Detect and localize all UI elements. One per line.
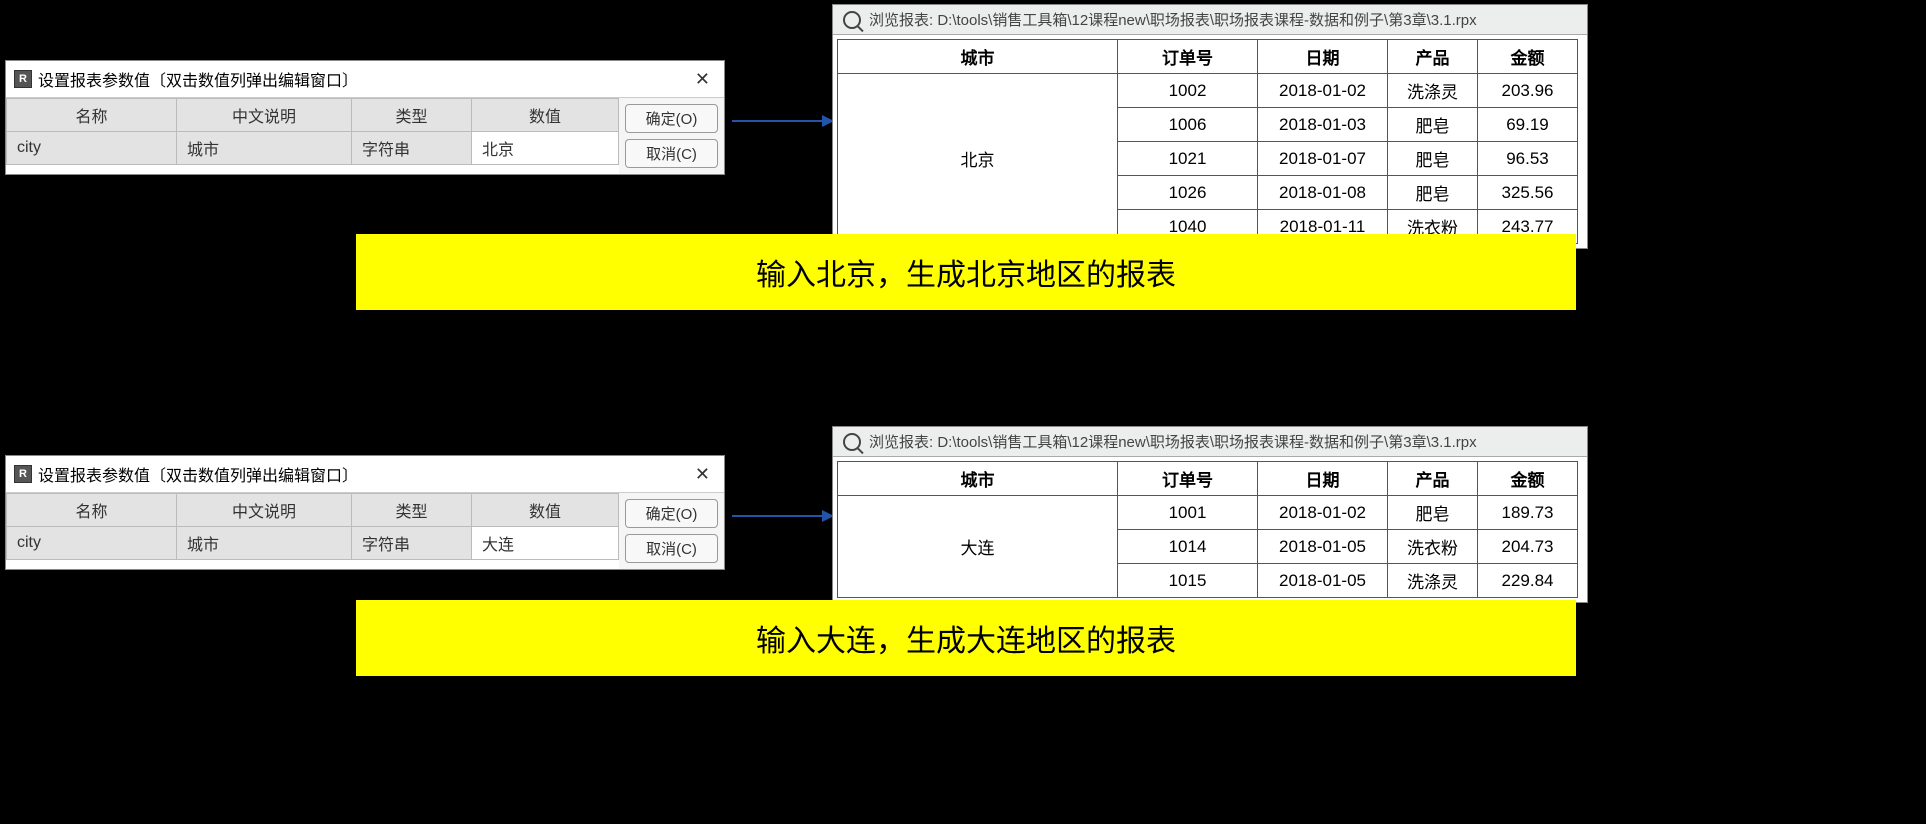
cell-order: 1015 bbox=[1118, 564, 1258, 598]
app-icon: R bbox=[14, 465, 32, 483]
th-date: 日期 bbox=[1258, 40, 1388, 74]
cell-order: 1026 bbox=[1118, 176, 1258, 210]
cell-product: 肥皂 bbox=[1388, 142, 1478, 176]
cell-product: 肥皂 bbox=[1388, 108, 1478, 142]
close-icon[interactable]: ✕ bbox=[689, 464, 716, 485]
param-value-input[interactable]: 大连 bbox=[472, 527, 619, 560]
param-row: city 城市 字符串 北京 bbox=[7, 132, 619, 165]
dialog-title: 设置报表参数值〔双击数值列弹出编辑窗口〕 bbox=[38, 67, 358, 91]
dialog-titlebar: R 设置报表参数值〔双击数值列弹出编辑窗口〕 ✕ bbox=[6, 456, 724, 493]
param-desc: 城市 bbox=[177, 132, 352, 165]
th-city: 城市 bbox=[838, 462, 1118, 496]
cell-amount: 325.56 bbox=[1478, 176, 1578, 210]
report-preview-beijing: 浏览报表: D:\tools\销售工具箱\12课程new\职场报表\职场报表课程… bbox=[832, 4, 1588, 249]
report-title-text: 浏览报表: D:\tools\销售工具箱\12课程new\职场报表\职场报表课程… bbox=[869, 9, 1477, 30]
col-value-header: 数值 bbox=[472, 99, 619, 132]
caption-dalian: 输入大连，生成大连地区的报表 bbox=[356, 600, 1576, 676]
arrow-icon bbox=[732, 515, 832, 517]
col-desc-header: 中文说明 bbox=[177, 494, 352, 527]
th-product: 产品 bbox=[1388, 462, 1478, 496]
cell-order: 1001 bbox=[1118, 496, 1258, 530]
param-name: city bbox=[7, 527, 177, 560]
cell-amount: 96.53 bbox=[1478, 142, 1578, 176]
col-desc-header: 中文说明 bbox=[177, 99, 352, 132]
param-type: 字符串 bbox=[352, 132, 472, 165]
param-desc: 城市 bbox=[177, 527, 352, 560]
report-table: 城市 订单号 日期 产品 金额 大连 1001 2018-01-02 肥皂 18… bbox=[837, 461, 1578, 598]
param-type: 字符串 bbox=[352, 527, 472, 560]
arrow-icon bbox=[732, 120, 832, 122]
caption-beijing: 输入北京，生成北京地区的报表 bbox=[356, 234, 1576, 310]
report-titlebar: 浏览报表: D:\tools\销售工具箱\12课程new\职场报表\职场报表课程… bbox=[833, 5, 1587, 35]
cell-order: 1021 bbox=[1118, 142, 1258, 176]
param-row: city 城市 字符串 大连 bbox=[7, 527, 619, 560]
cell-amount: 204.73 bbox=[1478, 530, 1578, 564]
col-name-header: 名称 bbox=[7, 99, 177, 132]
col-type-header: 类型 bbox=[352, 99, 472, 132]
cell-date: 2018-01-08 bbox=[1258, 176, 1388, 210]
cell-order: 1014 bbox=[1118, 530, 1258, 564]
cell-amount: 203.96 bbox=[1478, 74, 1578, 108]
report-preview-dalian: 浏览报表: D:\tools\销售工具箱\12课程new\职场报表\职场报表课程… bbox=[832, 426, 1588, 603]
preview-icon bbox=[843, 433, 861, 451]
cell-date: 2018-01-02 bbox=[1258, 496, 1388, 530]
param-value-input[interactable]: 北京 bbox=[472, 132, 619, 165]
dialog-titlebar: R 设置报表参数值〔双击数值列弹出编辑窗口〕 ✕ bbox=[6, 61, 724, 98]
table-row: 大连 1001 2018-01-02 肥皂 189.73 bbox=[838, 496, 1578, 530]
cell-date: 2018-01-05 bbox=[1258, 530, 1388, 564]
param-grid: 名称 中文说明 类型 数值 city 城市 字符串 北京 bbox=[6, 98, 619, 174]
th-city: 城市 bbox=[838, 40, 1118, 74]
cell-order: 1006 bbox=[1118, 108, 1258, 142]
th-date: 日期 bbox=[1258, 462, 1388, 496]
app-icon: R bbox=[14, 70, 32, 88]
cell-product: 洗涤灵 bbox=[1388, 564, 1478, 598]
cell-amount: 69.19 bbox=[1478, 108, 1578, 142]
param-name: city bbox=[7, 132, 177, 165]
cell-date: 2018-01-05 bbox=[1258, 564, 1388, 598]
cell-order: 1002 bbox=[1118, 74, 1258, 108]
cell-product: 洗涤灵 bbox=[1388, 74, 1478, 108]
cancel-button[interactable]: 取消(C) bbox=[625, 534, 718, 563]
th-amount: 金额 bbox=[1478, 40, 1578, 74]
th-product: 产品 bbox=[1388, 40, 1478, 74]
preview-icon bbox=[843, 11, 861, 29]
col-name-header: 名称 bbox=[7, 494, 177, 527]
report-titlebar: 浏览报表: D:\tools\销售工具箱\12课程new\职场报表\职场报表课程… bbox=[833, 427, 1587, 457]
dialog-title: 设置报表参数值〔双击数值列弹出编辑窗口〕 bbox=[38, 462, 358, 486]
col-value-header: 数值 bbox=[472, 494, 619, 527]
cell-product: 洗衣粉 bbox=[1388, 530, 1478, 564]
cell-amount: 189.73 bbox=[1478, 496, 1578, 530]
cell-product: 肥皂 bbox=[1388, 496, 1478, 530]
param-dialog-beijing: R 设置报表参数值〔双击数值列弹出编辑窗口〕 ✕ 名称 中文说明 类型 数值 c… bbox=[5, 60, 725, 175]
ok-button[interactable]: 确定(O) bbox=[625, 104, 718, 133]
cell-city: 大连 bbox=[838, 496, 1118, 598]
cell-product: 肥皂 bbox=[1388, 176, 1478, 210]
th-order: 订单号 bbox=[1118, 462, 1258, 496]
cancel-button[interactable]: 取消(C) bbox=[625, 139, 718, 168]
th-amount: 金额 bbox=[1478, 462, 1578, 496]
cell-date: 2018-01-03 bbox=[1258, 108, 1388, 142]
cell-amount: 229.84 bbox=[1478, 564, 1578, 598]
th-order: 订单号 bbox=[1118, 40, 1258, 74]
col-type-header: 类型 bbox=[352, 494, 472, 527]
cell-city: 北京 bbox=[838, 74, 1118, 244]
table-row: 北京 1002 2018-01-02 洗涤灵 203.96 bbox=[838, 74, 1578, 108]
report-title-text: 浏览报表: D:\tools\销售工具箱\12课程new\职场报表\职场报表课程… bbox=[869, 431, 1477, 452]
cell-date: 2018-01-07 bbox=[1258, 142, 1388, 176]
ok-button[interactable]: 确定(O) bbox=[625, 499, 718, 528]
param-grid: 名称 中文说明 类型 数值 city 城市 字符串 大连 bbox=[6, 493, 619, 569]
param-dialog-dalian: R 设置报表参数值〔双击数值列弹出编辑窗口〕 ✕ 名称 中文说明 类型 数值 c… bbox=[5, 455, 725, 570]
report-table: 城市 订单号 日期 产品 金额 北京 1002 2018-01-02 洗涤灵 2… bbox=[837, 39, 1578, 244]
cell-date: 2018-01-02 bbox=[1258, 74, 1388, 108]
close-icon[interactable]: ✕ bbox=[689, 69, 716, 90]
